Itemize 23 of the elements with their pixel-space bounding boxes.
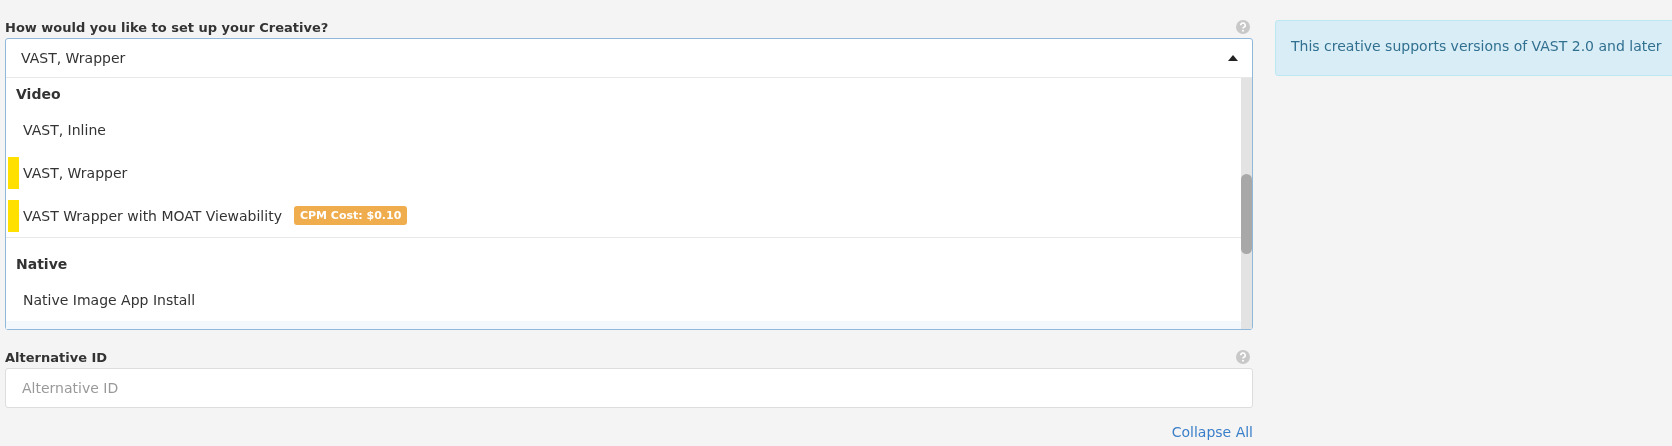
collapse-link[interactable]: Collapse All — [1171, 424, 1253, 440]
field-label: Alternative ID — [5, 349, 108, 365]
option-label: VAST Wrapper with MOAT Viewability — [23, 207, 282, 224]
group-heading: Video — [15, 85, 62, 104]
group-heading: Native — [15, 255, 69, 274]
dropdown-option[interactable]: VAST, Wrapper — [6, 151, 1241, 194]
dropdown-option[interactable]: VAST Wrapper with MOAT Viewability CPM Cost: $0.10 — [6, 194, 1241, 237]
field-label: How would you like to set up your Creative? — [5, 19, 329, 35]
help-icon[interactable] — [1236, 350, 1250, 364]
scrollbar[interactable] — [1241, 78, 1252, 329]
input-field[interactable]: Alternative ID — [5, 368, 1253, 408]
dropdown-option[interactable]: VAST, Inline — [6, 108, 1241, 151]
option-label: VAST, Wrapper — [23, 164, 128, 181]
option-label: VAST, Inline — [23, 121, 106, 138]
option-label: Native Image App Install — [23, 291, 196, 308]
selected-value: VAST, Wrapper — [21, 50, 126, 66]
help-icon[interactable] — [1236, 20, 1250, 34]
scrollbar-thumb[interactable] — [1241, 174, 1252, 254]
dropdown-option[interactable]: Native Image App Install — [6, 278, 1241, 321]
caret-icon — [1228, 55, 1238, 61]
info-message: This creative supports versions of VAST 2.0 and later — [1275, 20, 1672, 76]
select-field[interactable]: VAST, Wrapper Video VAST, Inline VAST, Wrapper VAST Wrapper with MOAT Viewability CPM Cost: $0.10 Native Native Image App Install — [5, 38, 1253, 330]
cost-badge: CPM Cost: $0.10 — [293, 206, 408, 225]
